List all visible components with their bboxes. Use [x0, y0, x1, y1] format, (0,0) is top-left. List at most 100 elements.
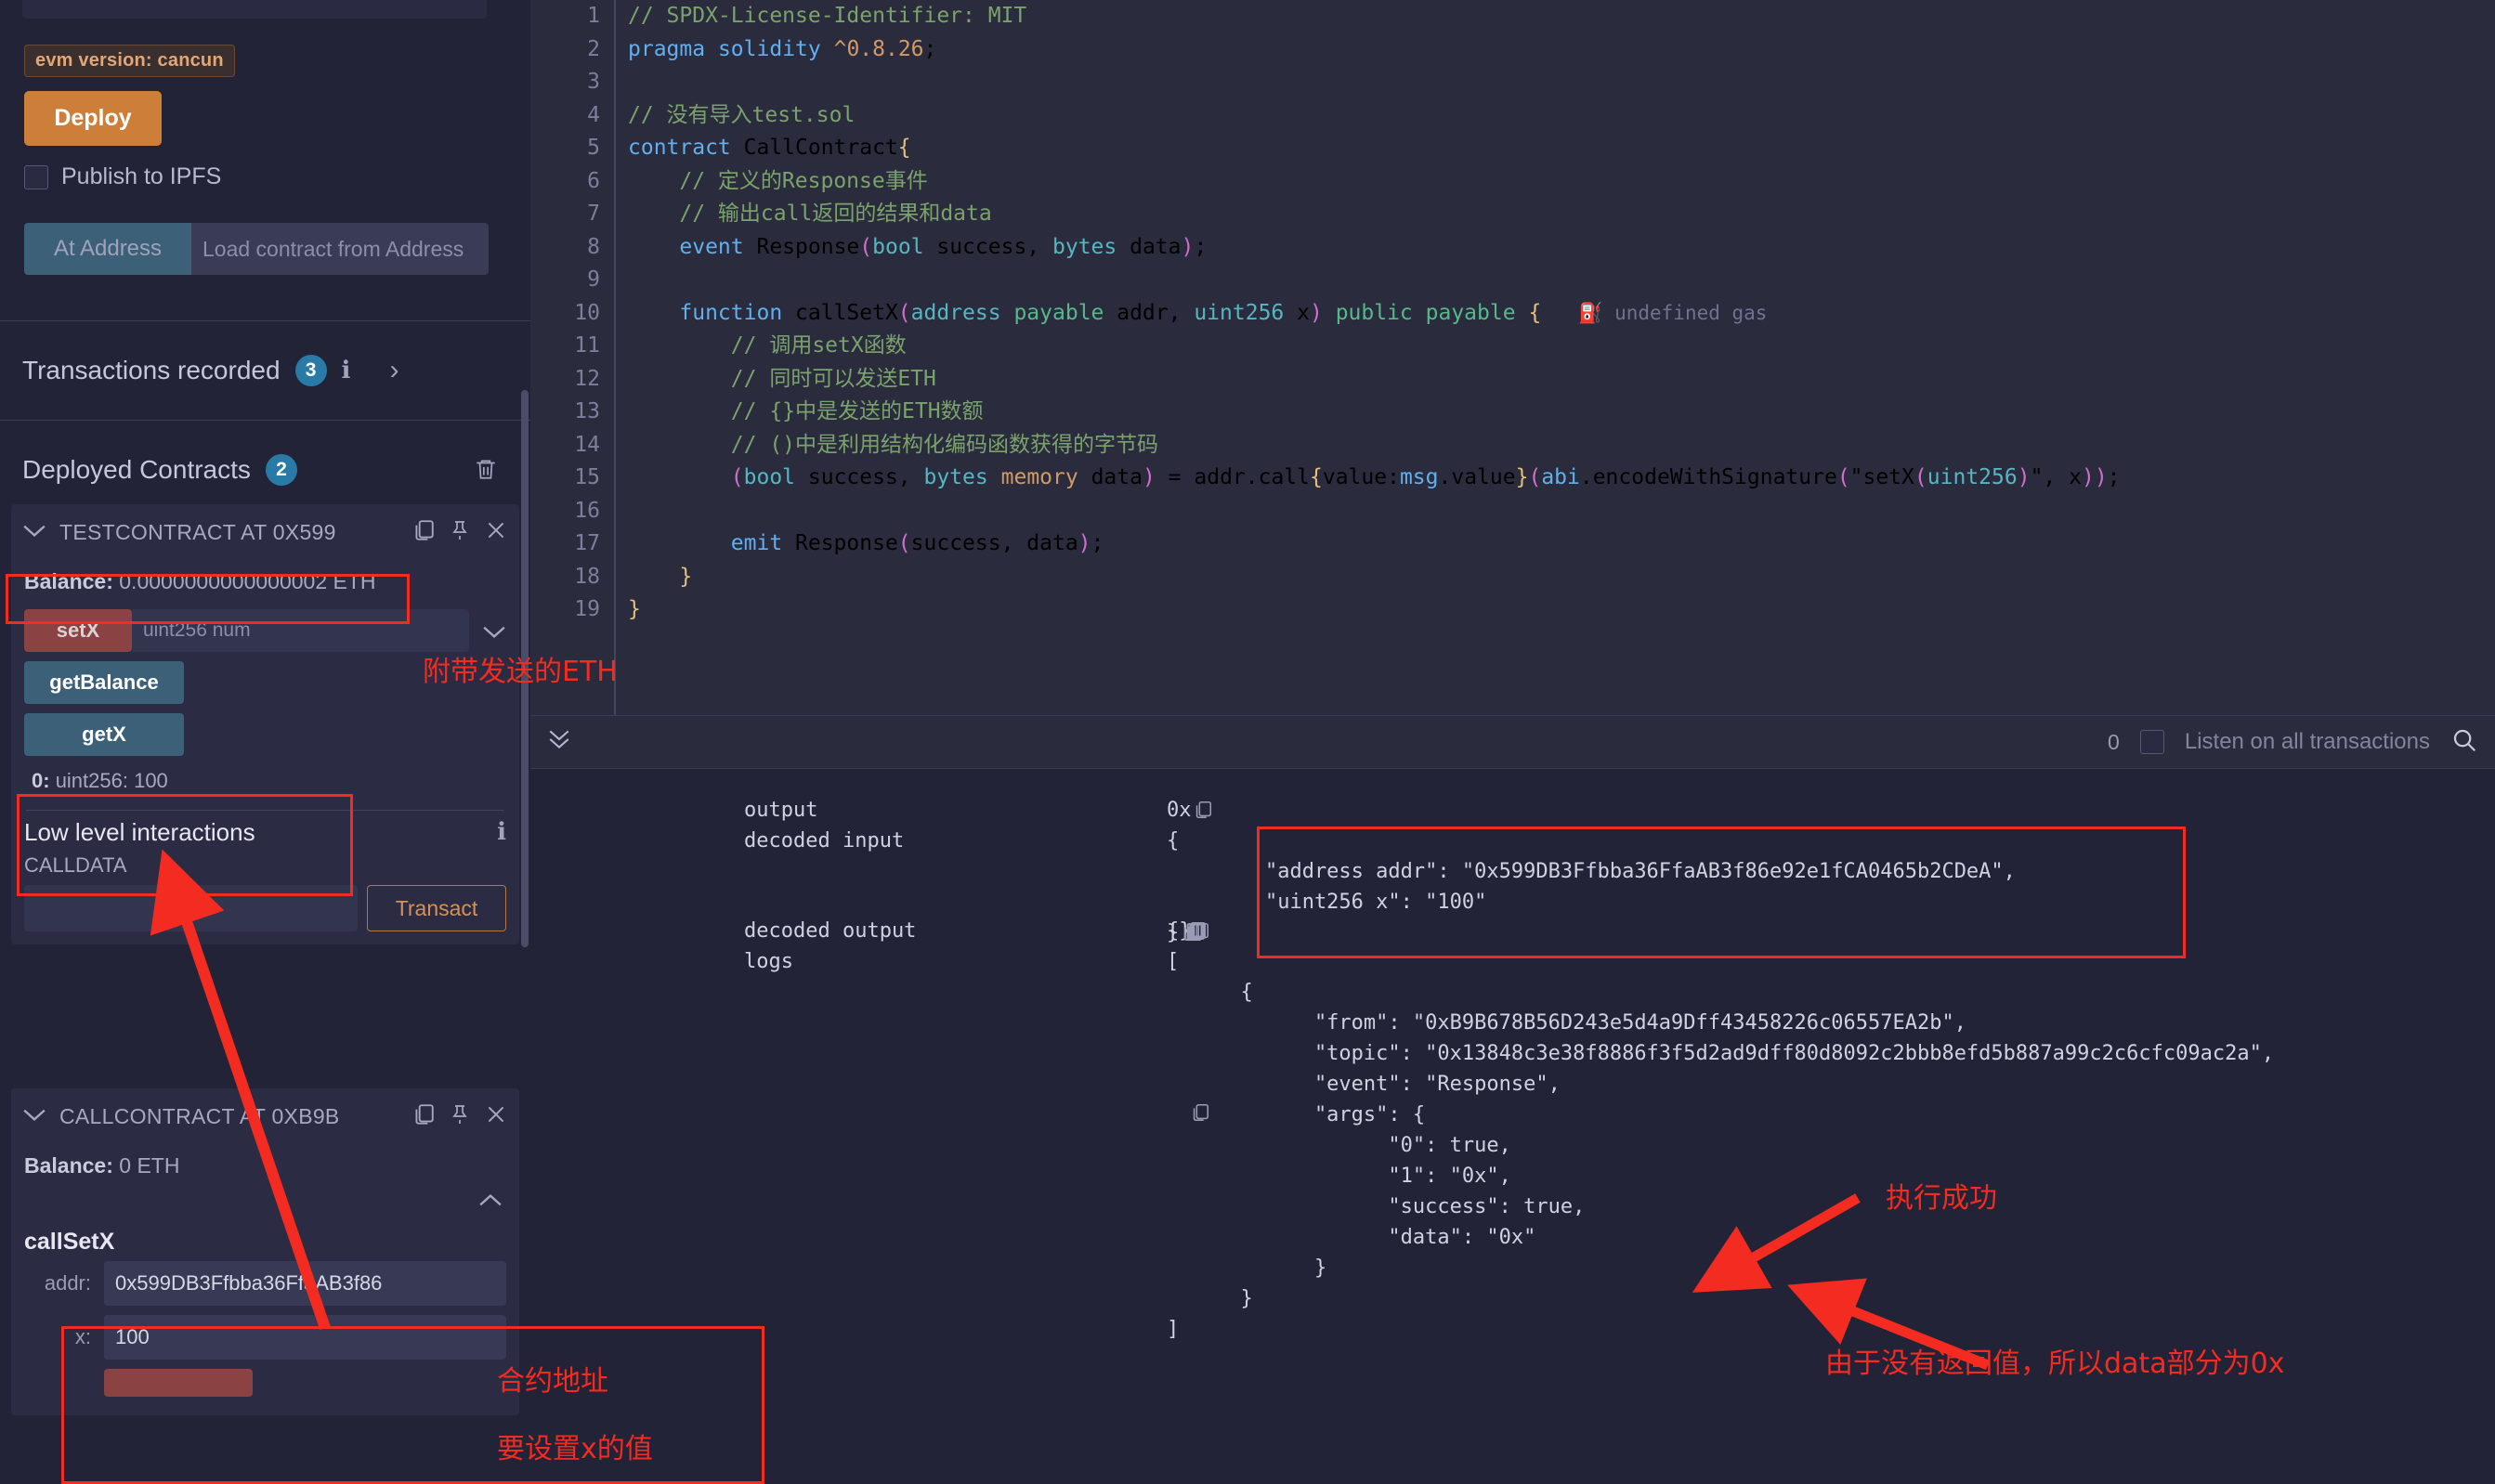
- low-level-info-icon[interactable]: ℹ: [497, 818, 506, 846]
- transactions-recorded-row[interactable]: Transactions recorded 3 ℹ ›: [22, 355, 398, 386]
- line-number: 6: [587, 168, 600, 193]
- contract-card-header[interactable]: TESTCONTRACT AT 0X599: [11, 504, 519, 560]
- code-line[interactable]: 8 event Response(bool success, bytes dat…: [530, 231, 2495, 265]
- code-line[interactable]: 1 // SPDX-License-Identifier: MIT: [530, 0, 2495, 33]
- code-line[interactable]: 13 // {}中是发送的ETH数额: [530, 396, 2495, 429]
- code-line[interactable]: 2 pragma solidity ^0.8.26;: [530, 33, 2495, 67]
- logs-line: "1": "0x",: [1167, 1165, 1511, 1188]
- chevron-double-down-icon[interactable]: [547, 725, 571, 760]
- close-icon[interactable]: [484, 1102, 508, 1131]
- chevron-right-icon[interactable]: ›: [389, 355, 398, 386]
- line-text: emit Response(success, data);: [730, 531, 1104, 555]
- copy-icon-output[interactable]: [1193, 800, 1213, 826]
- info-icon[interactable]: ℹ: [342, 357, 351, 384]
- listen-all-transactions-checkbox[interactable]: [2139, 730, 2164, 754]
- copy-icon-decoded-input[interactable]: [1190, 921, 1210, 947]
- callsetx-function-label: callSetX: [24, 1229, 115, 1255]
- line-text: event Response(bool success, bytes data)…: [679, 234, 1208, 259]
- logs-line: }: [1167, 1287, 1253, 1310]
- code-line[interactable]: 15 (bool success, bytes memory data) = a…: [530, 462, 2495, 495]
- setx-expand-icon[interactable]: [482, 617, 506, 645]
- logs-line: {: [1167, 981, 1253, 1004]
- line-text: // {}中是发送的ETH数额: [628, 399, 984, 423]
- calldata-label: CALLDATA: [24, 853, 127, 877]
- code-lines[interactable]: 1 // SPDX-License-Identifier: MIT 2 pragma …: [530, 0, 2495, 627]
- logs-line: "from": "0xB9B678B56D243e5d4a9Dff4345822…: [1167, 1011, 1966, 1035]
- param-label-addr: addr:: [44, 1271, 91, 1295]
- at-address-button[interactable]: At Address: [24, 223, 191, 275]
- setx-num-input[interactable]: [132, 609, 469, 652]
- copy-icon[interactable]: [411, 1102, 436, 1131]
- line-number: 1: [587, 4, 600, 28]
- contract-card-header-2[interactable]: CALLCONTRACT AT 0XB9B: [11, 1088, 519, 1144]
- terminal-row-label-logs: logs: [744, 950, 793, 973]
- terminal-toolbar: 0 Listen on all transactions: [530, 715, 2495, 769]
- publish-ipfs-checkbox[interactable]: [24, 164, 48, 189]
- deployed-contracts-row: Deployed Contracts 2: [22, 454, 297, 486]
- line-number: 19: [574, 597, 600, 621]
- search-icon[interactable]: [2450, 726, 2478, 759]
- chevron-down-icon[interactable]: [22, 523, 46, 542]
- code-line[interactable]: 16: [530, 495, 2495, 528]
- at-address-input[interactable]: [191, 223, 489, 275]
- param-input-addr[interactable]: [104, 1261, 506, 1306]
- code-line[interactable]: 4 // 没有导入test.sol: [530, 99, 2495, 133]
- transact-button[interactable]: Transact: [367, 885, 506, 931]
- balance-label: Balance:: [24, 569, 113, 593]
- close-icon[interactable]: [484, 518, 508, 547]
- pin-icon[interactable]: [449, 518, 471, 547]
- code-line[interactable]: 12 // 同时可以发送ETH: [530, 363, 2495, 397]
- code-editor[interactable]: 1 // SPDX-License-Identifier: MIT 2 pragma …: [530, 0, 2495, 715]
- pin-icon[interactable]: [449, 1102, 471, 1131]
- code-line[interactable]: 18 }: [530, 561, 2495, 594]
- code-line[interactable]: 7 // 输出call返回的结果和data: [530, 198, 2495, 231]
- line-text: contract CallContract{: [628, 136, 911, 160]
- line-text: // SPDX-License-Identifier: MIT: [628, 4, 1027, 28]
- param-input-x[interactable]: [104, 1315, 506, 1360]
- balance-label-2: Balance:: [24, 1153, 113, 1178]
- copy-icon[interactable]: [411, 518, 436, 547]
- getx-button[interactable]: getX: [24, 713, 184, 756]
- trash-icon[interactable]: [474, 455, 498, 483]
- contract-title-2: CALLCONTRACT AT 0XB9B: [59, 1103, 340, 1128]
- code-line[interactable]: 5 contract CallContract{: [530, 132, 2495, 165]
- callsetx-transact-button[interactable]: [104, 1369, 253, 1397]
- publish-to-ipfs-row[interactable]: Publish to IPFS: [24, 163, 221, 190]
- deploy-button[interactable]: Deploy: [24, 91, 162, 146]
- getx-result-value: uint256: 100: [55, 769, 168, 792]
- code-line[interactable]: 10 function callSetX(address payable add…: [530, 297, 2495, 331]
- code-line[interactable]: 9: [530, 264, 2495, 297]
- code-line[interactable]: 3: [530, 66, 2495, 99]
- line-text: // 定义的Response事件: [628, 168, 928, 193]
- callsetx-collapse-icon[interactable]: [478, 1193, 503, 1213]
- deployed-contract-card-testcontract: TESTCONTRACT AT 0X599 Balance: 0.0000000…: [11, 504, 519, 944]
- line-number: 18: [574, 564, 600, 589]
- contract-balance-2: Balance: 0 ETH: [11, 1144, 519, 1193]
- annotation-no-return-value: 由于没有返回值，所以data部分为0x: [1825, 1347, 2285, 1380]
- at-address-row: At Address: [24, 223, 489, 275]
- param-row-transact: [11, 1369, 519, 1406]
- line-number: 10: [574, 300, 600, 325]
- publish-ipfs-label: Publish to IPFS: [61, 163, 222, 189]
- chevron-down-icon[interactable]: [22, 1107, 46, 1126]
- getbalance-button[interactable]: getBalance: [24, 661, 184, 704]
- annotation-contract-address: 合约地址: [497, 1365, 608, 1398]
- line-text: pragma solidity ^0.8.26;: [628, 36, 937, 61]
- line-text: function callSetX(address payable addr, …: [679, 300, 1768, 325]
- decoded-input-line: "address addr": "0x599DB3Ffbba36FfaAB3f8…: [1167, 860, 2016, 883]
- copy-icon-logs[interactable]: [1190, 1102, 1210, 1128]
- line-text: // 输出call返回的结果和data: [628, 202, 992, 226]
- line-number: 7: [587, 202, 600, 226]
- getx-result-index: 0:: [32, 769, 50, 792]
- terminal-row-label-output: output: [744, 799, 818, 822]
- setx-button[interactable]: setX: [24, 609, 132, 652]
- line-number: 5: [587, 136, 600, 160]
- code-line[interactable]: 6 // 定义的Response事件: [530, 165, 2495, 199]
- calldata-input[interactable]: [24, 885, 358, 931]
- code-line[interactable]: 11 // 调用setX函数: [530, 330, 2495, 363]
- code-line[interactable]: 17 emit Response(success, data);: [530, 527, 2495, 561]
- compiler-select-strip[interactable]: [22, 0, 487, 19]
- decoded-input-line: }: [1167, 921, 1180, 944]
- code-line[interactable]: 14 // ()中是利用结构化编码函数获得的字节码: [530, 429, 2495, 462]
- code-line[interactable]: 19}: [530, 593, 2495, 627]
